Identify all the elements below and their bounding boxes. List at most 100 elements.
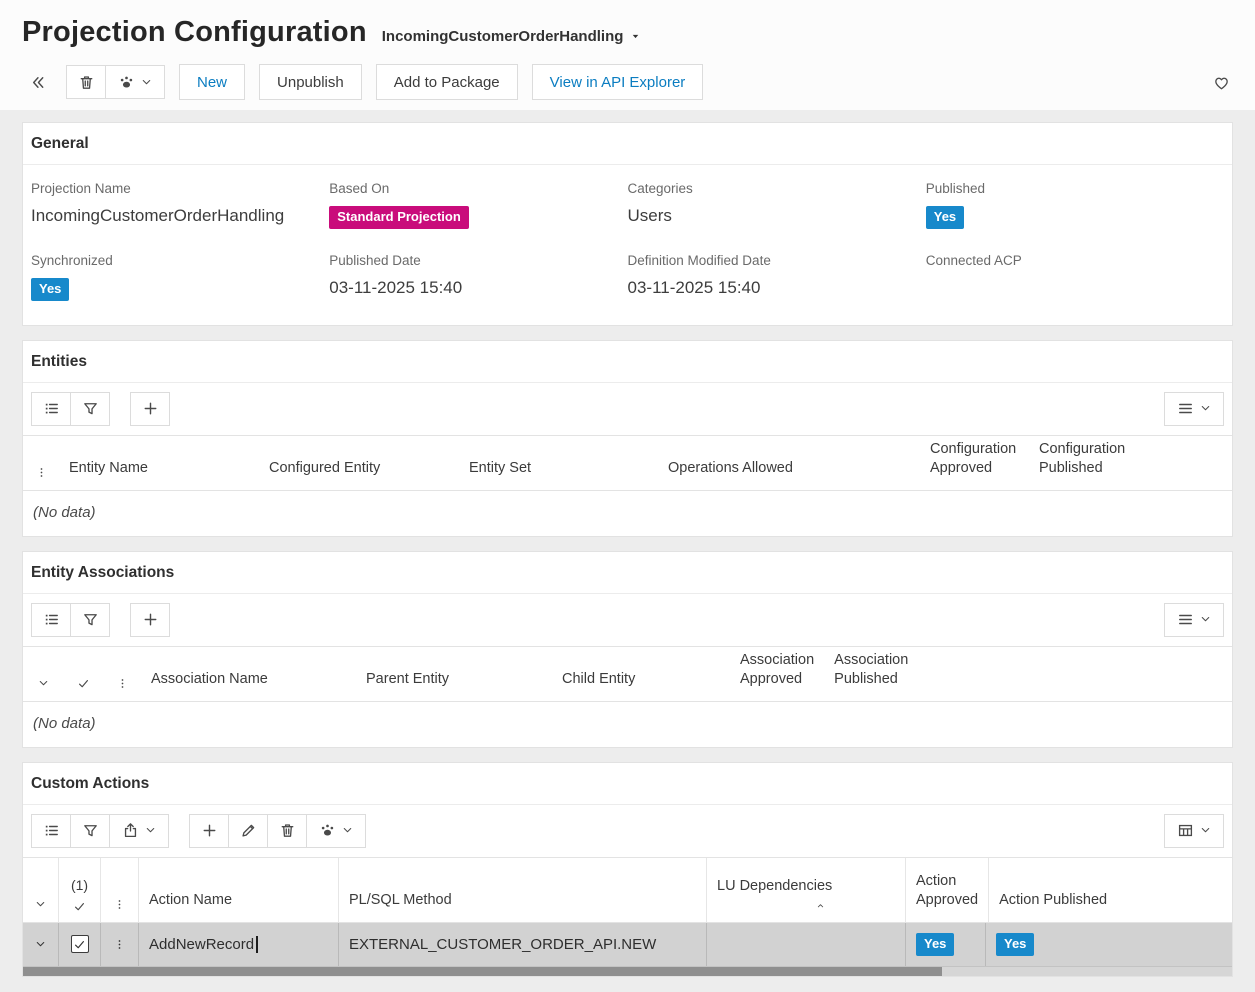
general-section-title: General <box>23 123 1232 165</box>
horizontal-scrollbar[interactable] <box>23 966 1232 976</box>
chevron-down-icon <box>37 677 50 690</box>
synchronized-badge: Yes <box>31 277 70 301</box>
actions-view-group <box>31 813 169 848</box>
associations-view-menu-button[interactable] <box>1164 602 1224 637</box>
field-label: Synchronized <box>31 252 113 268</box>
column-header-action-published[interactable]: Action Published <box>989 858 1232 922</box>
list-icon <box>42 399 61 418</box>
column-header-configuration-approved[interactable]: Configuration Approved <box>920 436 1029 490</box>
new-button[interactable]: New <box>179 64 246 100</box>
column-header-parent-entity[interactable]: Parent Entity <box>356 647 552 701</box>
filter-button[interactable] <box>70 813 110 848</box>
column-header-child-entity[interactable]: Child Entity <box>552 647 730 701</box>
chevron-down-icon <box>34 938 47 951</box>
field-synchronized: Synchronized Yes <box>31 253 329 301</box>
heart-icon <box>1212 73 1231 92</box>
general-section: General Projection Name IncomingCustomer… <box>22 122 1233 326</box>
add-entity-button[interactable] <box>130 391 170 426</box>
list-view-button[interactable] <box>31 602 71 637</box>
plsql-method-cell[interactable]: EXTERNAL_CUSTOMER_ORDER_API.NEW <box>339 922 707 966</box>
header-select-all-cell[interactable] <box>63 647 103 701</box>
quick-actions-button[interactable] <box>306 813 366 848</box>
action-name-cell[interactable]: AddNewRecord <box>139 922 339 966</box>
column-header-association-approved[interactable]: Association Approved <box>730 647 824 701</box>
field-label: Published Date <box>329 252 421 268</box>
chevron-down-icon <box>1199 613 1212 626</box>
column-header-plsql-method[interactable]: PL/SQL Method <box>339 857 707 922</box>
list-view-button[interactable] <box>31 391 71 426</box>
entities-view-menu-button[interactable] <box>1164 391 1224 426</box>
quick-actions-button[interactable] <box>105 65 165 99</box>
scrollbar-thumb[interactable] <box>23 966 942 976</box>
caret-down-icon <box>630 31 641 42</box>
projection-selector[interactable]: IncomingCustomerOrderHandling <box>382 28 642 45</box>
field-label: Projection Name <box>31 181 131 196</box>
plus-icon <box>200 821 219 840</box>
page-header: Projection Configuration IncomingCustome… <box>0 0 1255 110</box>
column-header-operations-allowed[interactable]: Operations Allowed <box>658 436 920 490</box>
field-value: Users <box>627 206 672 225</box>
field-value: 03-11-2025 15:40 <box>627 277 761 297</box>
field-value: 03-11-2025 15:40 <box>329 277 463 297</box>
row-expand-cell[interactable] <box>23 922 59 966</box>
filter-icon <box>81 399 100 418</box>
action-name-text: AddNewRecord <box>149 935 255 953</box>
add-association-button[interactable] <box>130 602 170 637</box>
column-header-configuration-published[interactable]: Configuration Published <box>1029 436 1138 490</box>
table-view-menu-button[interactable] <box>1164 813 1224 848</box>
based-on-badge: Standard Projection <box>329 206 469 229</box>
column-header-action-name[interactable]: Action Name <box>139 857 339 922</box>
field-categories: Categories Users <box>628 181 926 229</box>
chevron-down-icon <box>34 898 47 911</box>
column-header-association-name[interactable]: Association Name <box>141 647 356 701</box>
list-icon <box>42 821 61 840</box>
custom-actions-toolbar <box>23 805 1232 857</box>
filter-button[interactable] <box>70 602 110 637</box>
associations-table-header: Association Name Parent Entity Child Ent… <box>23 645 1232 702</box>
add-to-package-button[interactable]: Add to Package <box>375 64 518 100</box>
column-header-entity-set[interactable]: Entity Set <box>459 436 658 490</box>
header-select-all-cell[interactable]: (1) <box>59 857 101 922</box>
action-published-badge: Yes <box>996 932 1035 956</box>
field-value: IncomingCustomerOrderHandling <box>31 206 285 225</box>
general-fields: Projection Name IncomingCustomerOrderHan… <box>23 165 1232 325</box>
page-title: Projection Configuration <box>22 16 367 48</box>
unpublish-button[interactable]: Unpublish <box>259 64 362 100</box>
row-checkbox[interactable] <box>70 935 89 954</box>
lu-dependencies-cell[interactable] <box>707 922 906 966</box>
plus-icon <box>141 610 160 629</box>
entities-section-title: Entities <box>23 341 1232 383</box>
row-kebab-cell[interactable] <box>101 922 139 966</box>
column-header-configured-entity[interactable]: Configured Entity <box>259 436 459 490</box>
row-select-cell[interactable] <box>59 922 101 966</box>
menu-icon <box>1176 399 1195 418</box>
column-header-entity-name[interactable]: Entity Name <box>59 436 259 490</box>
delete-button[interactable] <box>66 65 106 99</box>
header-kebab-cell[interactable] <box>23 436 59 490</box>
chevron-down-icon <box>1199 824 1212 837</box>
entities-view-group <box>31 391 110 426</box>
header-kebab-cell[interactable] <box>101 857 139 922</box>
filter-icon <box>81 821 100 840</box>
filter-button[interactable] <box>70 391 110 426</box>
field-label: Published <box>925 181 986 196</box>
custom-action-row[interactable]: AddNewRecord EXTERNAL_CUSTOMER_ORDER_API… <box>23 922 1232 967</box>
column-header-association-published[interactable]: Association Published <box>824 647 918 701</box>
header-kebab-cell[interactable] <box>103 647 141 701</box>
associations-view-group <box>31 602 110 637</box>
page-content: General Projection Name IncomingCustomer… <box>0 110 1255 991</box>
view-in-api-explorer-button[interactable]: View in API Explorer <box>531 64 704 100</box>
favorite-button[interactable] <box>1210 73 1233 92</box>
export-button[interactable] <box>109 813 169 848</box>
column-header-lu-dependencies[interactable]: LU Dependencies <box>707 857 906 922</box>
edit-action-button[interactable] <box>228 813 268 848</box>
collapse-toolbar-button[interactable] <box>22 65 52 99</box>
column-header-action-approved[interactable]: Action Approved <box>906 857 990 922</box>
field-published-date: Published Date 03-11-2025 15:40 <box>329 253 627 301</box>
action-published-cell: Yes <box>986 923 1232 966</box>
delete-action-button[interactable] <box>267 813 307 848</box>
add-action-button[interactable] <box>189 813 229 848</box>
list-view-button[interactable] <box>31 813 71 848</box>
header-expand-cell[interactable] <box>23 857 59 922</box>
header-expand-cell[interactable] <box>23 647 63 701</box>
